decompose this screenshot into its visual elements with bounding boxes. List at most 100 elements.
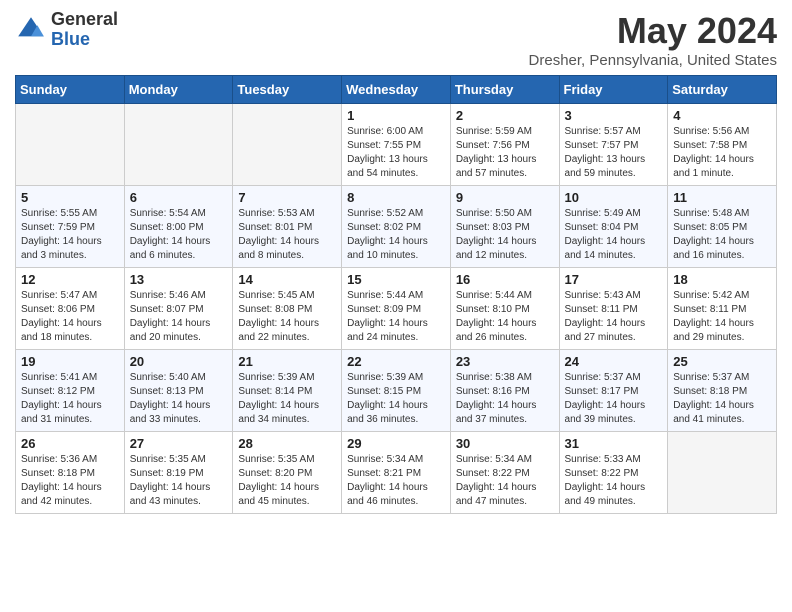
logo: General Blue — [15, 10, 118, 50]
calendar-cell: 9 Sunrise: 5:50 AMSunset: 8:03 PMDaylight… — [450, 186, 559, 268]
calendar-cell: 1 Sunrise: 6:00 AMSunset: 7:55 PMDaylight… — [342, 104, 451, 186]
day-number: 20 — [130, 354, 228, 369]
day-info: Sunrise: 5:41 AMSunset: 8:12 PMDaylight:… — [21, 371, 119, 427]
calendar-cell: 17 Sunrise: 5:43 AMSunset: 8:11 PMDayligh… — [559, 268, 668, 350]
day-number: 27 — [130, 436, 228, 451]
calendar-cell: 20 Sunrise: 5:40 AMSunset: 8:13 PMDayligh… — [124, 350, 233, 432]
calendar-cell — [16, 104, 125, 186]
day-info: Sunrise: 5:49 AMSunset: 8:04 PMDaylight:… — [565, 207, 663, 263]
calendar-cell: 7 Sunrise: 5:53 AMSunset: 8:01 PMDaylight… — [233, 186, 342, 268]
calendar-cell: 14 Sunrise: 5:45 AMSunset: 8:08 PMDayligh… — [233, 268, 342, 350]
day-number: 23 — [456, 354, 554, 369]
day-info: Sunrise: 5:42 AMSunset: 8:11 PMDaylight:… — [673, 289, 771, 345]
calendar-cell: 30Sunrise: 5:34 AMSunset: 8:22 PMDayligh… — [450, 432, 559, 514]
weekday-header-thursday: Thursday — [450, 76, 559, 104]
calendar-location: Dresher, Pennsylvania, United States — [529, 52, 777, 69]
day-number: 25 — [673, 354, 771, 369]
calendar-cell: 3Sunrise: 5:57 AMSunset: 7:57 PMDaylight… — [559, 104, 668, 186]
day-info: Sunrise: 5:56 AMSunset: 7:58 PMDaylight:… — [673, 125, 771, 181]
day-number: 28 — [238, 436, 336, 451]
day-info: Sunrise: 5:52 AMSunset: 8:02 PMDaylight:… — [347, 207, 445, 263]
day-info: Sunrise: 5:55 AMSunset: 7:59 PMDaylight:… — [21, 207, 119, 263]
day-number: 7 — [238, 190, 336, 205]
weekday-header-sunday: Sunday — [16, 76, 125, 104]
calendar-cell: 15 Sunrise: 5:44 AMSunset: 8:09 PMDayligh… — [342, 268, 451, 350]
calendar-cell: 19 Sunrise: 5:41 AMSunset: 8:12 PMDayligh… — [16, 350, 125, 432]
day-number: 17 — [565, 272, 663, 287]
calendar-cell: 18 Sunrise: 5:42 AMSunset: 8:11 PMDayligh… — [668, 268, 777, 350]
day-info: Sunrise: 5:37 AMSunset: 8:18 PMDaylight:… — [673, 371, 771, 427]
weekday-header-row: SundayMondayTuesdayWednesdayThursdayFrid… — [16, 76, 777, 104]
calendar-cell: 26Sunrise: 5:36 AMSunset: 8:18 PMDayligh… — [16, 432, 125, 514]
calendar-cell: 16 Sunrise: 5:44 AMSunset: 8:10 PMDayligh… — [450, 268, 559, 350]
day-info: Sunrise: 5:53 AMSunset: 8:01 PMDaylight:… — [238, 207, 336, 263]
day-number: 18 — [673, 272, 771, 287]
day-number: 1 — [347, 108, 445, 123]
day-info: Sunrise: 5:33 AMSunset: 8:22 PMDaylight:… — [565, 453, 663, 509]
calendar-cell — [668, 432, 777, 514]
calendar-cell — [124, 104, 233, 186]
weekday-header-friday: Friday — [559, 76, 668, 104]
calendar-week-5: 26Sunrise: 5:36 AMSunset: 8:18 PMDayligh… — [16, 432, 777, 514]
weekday-header-wednesday: Wednesday — [342, 76, 451, 104]
page-header: General Blue May 2024 Dresher, Pennsylva… — [15, 10, 777, 69]
calendar-cell: 10Sunrise: 5:49 AMSunset: 8:04 PMDayligh… — [559, 186, 668, 268]
day-info: Sunrise: 5:37 AMSunset: 8:17 PMDaylight:… — [565, 371, 663, 427]
calendar-title: May 2024 — [529, 10, 777, 52]
day-number: 4 — [673, 108, 771, 123]
day-number: 16 — [456, 272, 554, 287]
calendar-cell: 11 Sunrise: 5:48 AMSunset: 8:05 PMDayligh… — [668, 186, 777, 268]
day-info: Sunrise: 6:00 AMSunset: 7:55 PMDaylight:… — [347, 125, 445, 181]
day-info: Sunrise: 5:43 AMSunset: 8:11 PMDaylight:… — [565, 289, 663, 345]
logo-blue: Blue — [51, 30, 118, 50]
calendar-week-4: 19 Sunrise: 5:41 AMSunset: 8:12 PMDayligh… — [16, 350, 777, 432]
day-number: 31 — [565, 436, 663, 451]
day-number: 22 — [347, 354, 445, 369]
calendar-cell: 8 Sunrise: 5:52 AMSunset: 8:02 PMDaylight… — [342, 186, 451, 268]
title-block: May 2024 Dresher, Pennsylvania, United S… — [529, 10, 777, 69]
day-number: 11 — [673, 190, 771, 205]
day-info: Sunrise: 5:35 AMSunset: 8:19 PMDaylight:… — [130, 453, 228, 509]
calendar-cell: 13Sunrise: 5:46 AMSunset: 8:07 PMDayligh… — [124, 268, 233, 350]
day-number: 12 — [21, 272, 119, 287]
calendar-cell: 5 Sunrise: 5:55 AMSunset: 7:59 PMDaylight… — [16, 186, 125, 268]
day-number: 21 — [238, 354, 336, 369]
day-info: Sunrise: 5:46 AMSunset: 8:07 PMDaylight:… — [130, 289, 228, 345]
calendar-cell: 2Sunrise: 5:59 AMSunset: 7:56 PMDaylight… — [450, 104, 559, 186]
calendar-cell: 23Sunrise: 5:38 AMSunset: 8:16 PMDayligh… — [450, 350, 559, 432]
day-number: 5 — [21, 190, 119, 205]
day-info: Sunrise: 5:44 AMSunset: 8:10 PMDaylight:… — [456, 289, 554, 345]
day-info: Sunrise: 5:44 AMSunset: 8:09 PMDaylight:… — [347, 289, 445, 345]
day-number: 14 — [238, 272, 336, 287]
calendar-cell: 12Sunrise: 5:47 AMSunset: 8:06 PMDayligh… — [16, 268, 125, 350]
day-info: Sunrise: 5:50 AMSunset: 8:03 PMDaylight:… — [456, 207, 554, 263]
weekday-header-saturday: Saturday — [668, 76, 777, 104]
day-number: 9 — [456, 190, 554, 205]
day-number: 26 — [21, 436, 119, 451]
day-info: Sunrise: 5:45 AMSunset: 8:08 PMDaylight:… — [238, 289, 336, 345]
day-number: 15 — [347, 272, 445, 287]
day-info: Sunrise: 5:48 AMSunset: 8:05 PMDaylight:… — [673, 207, 771, 263]
day-info: Sunrise: 5:40 AMSunset: 8:13 PMDaylight:… — [130, 371, 228, 427]
calendar-cell: 6 Sunrise: 5:54 AMSunset: 8:00 PMDaylight… — [124, 186, 233, 268]
day-number: 29 — [347, 436, 445, 451]
day-info: Sunrise: 5:54 AMSunset: 8:00 PMDaylight:… — [130, 207, 228, 263]
day-number: 24 — [565, 354, 663, 369]
calendar-cell: 29 Sunrise: 5:34 AMSunset: 8:21 PMDayligh… — [342, 432, 451, 514]
calendar-cell: 24 Sunrise: 5:37 AMSunset: 8:17 PMDayligh… — [559, 350, 668, 432]
calendar-week-2: 5 Sunrise: 5:55 AMSunset: 7:59 PMDaylight… — [16, 186, 777, 268]
logo-general: General — [51, 10, 118, 30]
logo-text: General Blue — [51, 10, 118, 50]
day-number: 6 — [130, 190, 228, 205]
calendar-cell: 25 Sunrise: 5:37 AMSunset: 8:18 PMDayligh… — [668, 350, 777, 432]
day-number: 19 — [21, 354, 119, 369]
day-number: 3 — [565, 108, 663, 123]
calendar-cell: 22Sunrise: 5:39 AMSunset: 8:15 PMDayligh… — [342, 350, 451, 432]
calendar-week-1: 1 Sunrise: 6:00 AMSunset: 7:55 PMDaylight… — [16, 104, 777, 186]
calendar-cell: 31 Sunrise: 5:33 AMSunset: 8:22 PMDayligh… — [559, 432, 668, 514]
weekday-header-monday: Monday — [124, 76, 233, 104]
day-info: Sunrise: 5:34 AMSunset: 8:21 PMDaylight:… — [347, 453, 445, 509]
day-info: Sunrise: 5:35 AMSunset: 8:20 PMDaylight:… — [238, 453, 336, 509]
day-number: 8 — [347, 190, 445, 205]
calendar-cell: 21Sunrise: 5:39 AMSunset: 8:14 PMDayligh… — [233, 350, 342, 432]
